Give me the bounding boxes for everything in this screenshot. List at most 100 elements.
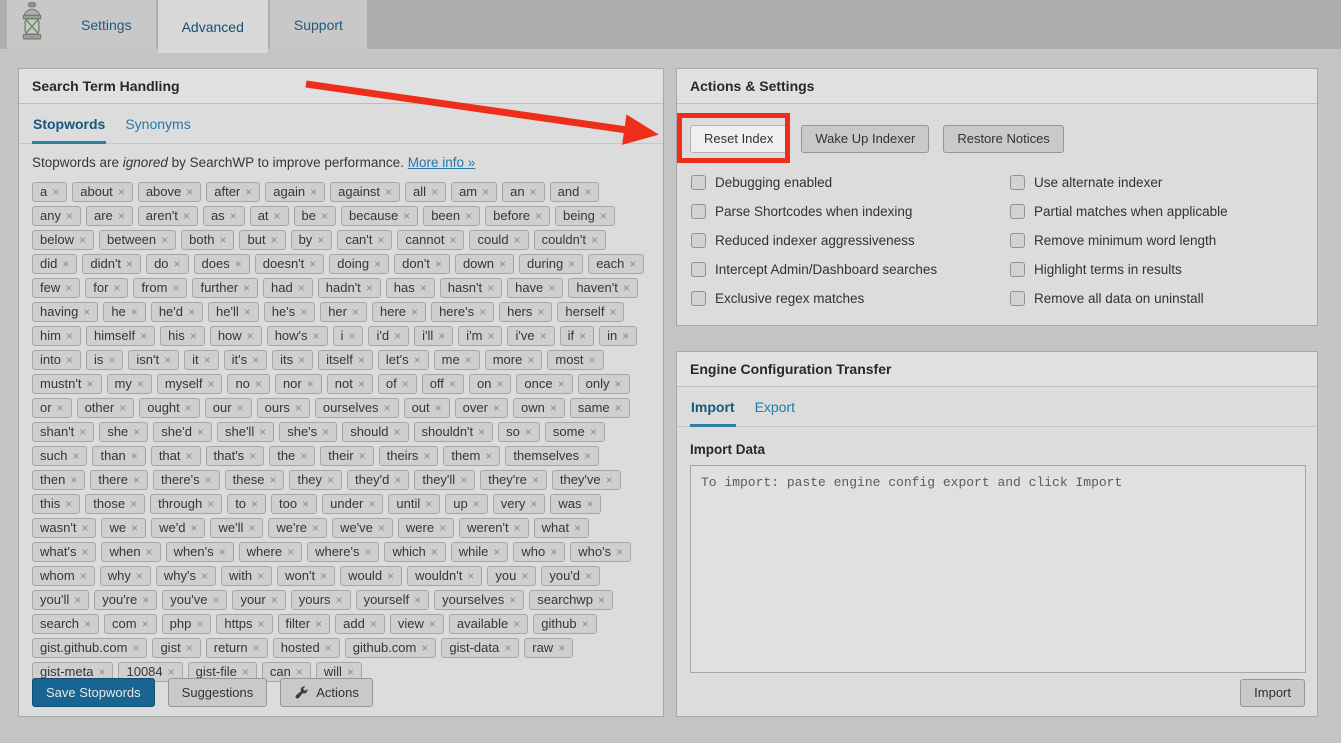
remove-stopword-icon[interactable]: × [394, 328, 401, 344]
remove-stopword-icon[interactable]: × [70, 472, 77, 488]
remove-stopword-icon[interactable]: × [414, 592, 421, 608]
remove-stopword-icon[interactable]: × [131, 520, 138, 536]
remove-stopword-icon[interactable]: × [423, 448, 430, 464]
remove-stopword-icon[interactable]: × [550, 400, 557, 416]
remove-stopword-icon[interactable]: × [66, 208, 73, 224]
remove-stopword-icon[interactable]: × [243, 280, 250, 296]
remove-stopword-icon[interactable]: × [590, 424, 597, 440]
remove-stopword-icon[interactable]: × [161, 232, 168, 248]
remove-stopword-icon[interactable]: × [172, 280, 179, 296]
remove-stopword-icon[interactable]: × [579, 328, 586, 344]
remove-stopword-icon[interactable]: × [478, 424, 485, 440]
tab-export[interactable]: Export [754, 399, 796, 427]
remove-stopword-icon[interactable]: × [237, 400, 244, 416]
remove-stopword-icon[interactable]: × [164, 352, 171, 368]
remove-stopword-icon[interactable]: × [65, 496, 72, 512]
remove-stopword-icon[interactable]: × [584, 448, 591, 464]
remove-stopword-icon[interactable]: × [530, 184, 537, 200]
remove-stopword-icon[interactable]: × [204, 352, 211, 368]
remove-stopword-icon[interactable]: × [259, 424, 266, 440]
tab-settings[interactable]: Settings [57, 0, 156, 49]
remove-stopword-icon[interactable]: × [131, 304, 138, 320]
remove-stopword-icon[interactable]: × [196, 616, 203, 632]
remove-stopword-icon[interactable]: × [219, 544, 226, 560]
remove-stopword-icon[interactable]: × [358, 352, 365, 368]
remove-stopword-icon[interactable]: × [467, 568, 474, 584]
remove-stopword-icon[interactable]: × [79, 232, 86, 248]
remove-stopword-icon[interactable]: × [378, 520, 385, 536]
remove-stopword-icon[interactable]: × [366, 280, 373, 296]
remove-stopword-icon[interactable]: × [119, 400, 126, 416]
remove-stopword-icon[interactable]: × [615, 400, 622, 416]
checkbox[interactable] [1010, 204, 1025, 219]
remove-stopword-icon[interactable]: × [131, 448, 138, 464]
remove-stopword-icon[interactable]: × [558, 640, 565, 656]
remove-stopword-icon[interactable]: × [66, 328, 73, 344]
remove-stopword-icon[interactable]: × [352, 304, 359, 320]
remove-stopword-icon[interactable]: × [72, 448, 79, 464]
remove-stopword-icon[interactable]: × [623, 280, 630, 296]
remove-stopword-icon[interactable]: × [201, 568, 208, 584]
remove-stopword-icon[interactable]: × [368, 496, 375, 512]
remove-stopword-icon[interactable]: × [186, 184, 193, 200]
remove-stopword-icon[interactable]: × [66, 352, 73, 368]
remove-stopword-icon[interactable]: × [325, 640, 332, 656]
remove-stopword-icon[interactable]: × [499, 256, 506, 272]
remove-stopword-icon[interactable]: × [582, 616, 589, 632]
save-stopwords-button[interactable]: Save Stopwords [32, 678, 155, 707]
remove-stopword-icon[interactable]: × [252, 352, 259, 368]
tab-support[interactable]: Support [270, 0, 367, 49]
remove-stopword-icon[interactable]: × [482, 184, 489, 200]
remove-stopword-icon[interactable]: × [185, 400, 192, 416]
checkbox[interactable] [1010, 175, 1025, 190]
remove-stopword-icon[interactable]: × [309, 256, 316, 272]
remove-stopword-icon[interactable]: × [485, 448, 492, 464]
remove-stopword-icon[interactable]: × [257, 568, 264, 584]
remove-stopword-icon[interactable]: × [136, 568, 143, 584]
remove-stopword-icon[interactable]: × [598, 592, 605, 608]
remove-stopword-icon[interactable]: × [460, 472, 467, 488]
remove-stopword-icon[interactable]: × [130, 496, 137, 512]
remove-stopword-icon[interactable]: × [414, 352, 421, 368]
remove-stopword-icon[interactable]: × [249, 448, 256, 464]
remove-stopword-icon[interactable]: × [377, 232, 384, 248]
remove-stopword-icon[interactable]: × [449, 376, 456, 392]
remove-stopword-icon[interactable]: × [364, 544, 371, 560]
remove-stopword-icon[interactable]: × [394, 472, 401, 488]
remove-stopword-icon[interactable]: × [487, 280, 494, 296]
remove-stopword-icon[interactable]: × [183, 208, 190, 224]
remove-stopword-icon[interactable]: × [83, 304, 90, 320]
remove-stopword-icon[interactable]: × [403, 208, 410, 224]
remove-stopword-icon[interactable]: × [321, 208, 328, 224]
remove-stopword-icon[interactable]: × [493, 400, 500, 416]
remove-stopword-icon[interactable]: × [421, 640, 428, 656]
remove-stopword-icon[interactable]: × [320, 568, 327, 584]
remove-stopword-icon[interactable]: × [527, 352, 534, 368]
remove-stopword-icon[interactable]: × [295, 400, 302, 416]
remove-stopword-icon[interactable]: × [87, 376, 94, 392]
remove-stopword-icon[interactable]: × [439, 520, 446, 536]
remove-stopword-icon[interactable]: × [586, 496, 593, 512]
remove-stopword-icon[interactable]: × [84, 616, 91, 632]
remove-stopword-icon[interactable]: × [359, 448, 366, 464]
remove-stopword-icon[interactable]: × [465, 208, 472, 224]
remove-stopword-icon[interactable]: × [298, 352, 305, 368]
remove-stopword-icon[interactable]: × [493, 544, 500, 560]
tab-import[interactable]: Import [690, 399, 736, 427]
remove-stopword-icon[interactable]: × [431, 184, 438, 200]
remove-stopword-icon[interactable]: × [57, 400, 64, 416]
remove-stopword-icon[interactable]: × [219, 232, 226, 248]
remove-stopword-icon[interactable]: × [530, 496, 537, 512]
remove-stopword-icon[interactable]: × [479, 304, 486, 320]
remove-stopword-icon[interactable]: × [473, 496, 480, 512]
checkbox[interactable] [691, 291, 706, 306]
remove-stopword-icon[interactable]: × [431, 544, 438, 560]
remove-stopword-icon[interactable]: × [307, 376, 314, 392]
checkbox[interactable] [1010, 262, 1025, 277]
remove-stopword-icon[interactable]: × [140, 328, 147, 344]
remove-stopword-icon[interactable]: × [81, 544, 88, 560]
remove-stopword-icon[interactable]: × [190, 520, 197, 536]
remove-stopword-icon[interactable]: × [248, 520, 255, 536]
remove-stopword-icon[interactable]: × [186, 640, 193, 656]
remove-stopword-icon[interactable]: × [287, 544, 294, 560]
